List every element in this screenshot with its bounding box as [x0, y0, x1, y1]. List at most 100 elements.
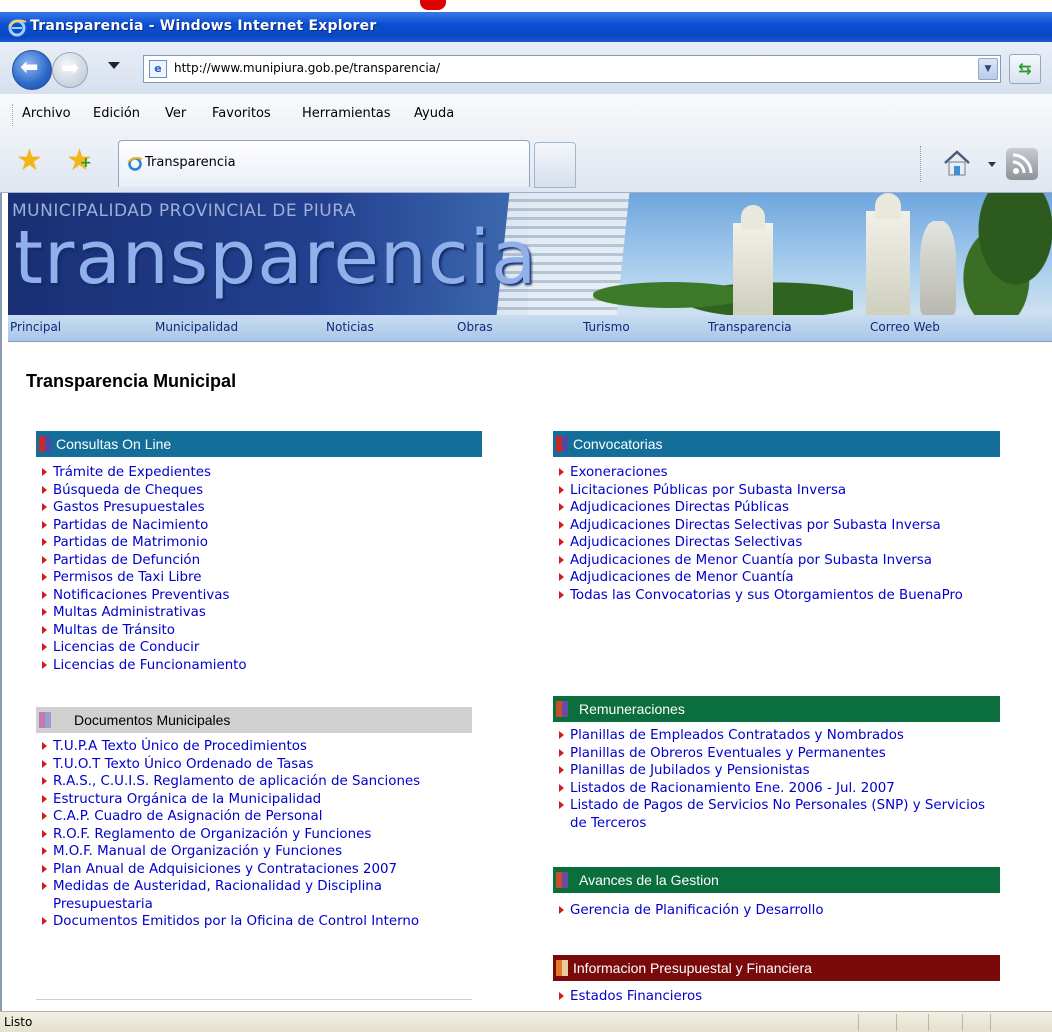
list-item[interactable]: Partidas de Matrimonio [38, 534, 478, 552]
link[interactable]: Licencias de Funcionamiento [53, 658, 247, 673]
link[interactable]: T.U.O.T Texto Único Ordenado de Tasas [53, 757, 313, 772]
menu-ver[interactable]: Ver [165, 106, 186, 121]
back-button[interactable]: ⬅ [12, 50, 52, 90]
list-item[interactable]: Exoneraciones [555, 464, 975, 482]
link[interactable]: Exoneraciones [570, 465, 668, 480]
home-dropdown-icon[interactable] [988, 162, 996, 167]
list-item[interactable]: M.O.F. Manual de Organización y Funcione… [38, 843, 478, 861]
list-item[interactable]: Adjudicaciones Directas Públicas [555, 499, 975, 517]
link[interactable]: Estados Financieros [570, 989, 702, 1004]
menu-favoritos[interactable]: Favoritos [212, 106, 271, 121]
link[interactable]: Gastos Presupuestales [53, 500, 205, 515]
nav-turismo[interactable]: Turismo [583, 320, 630, 334]
tab-transparencia[interactable]: Transparencia [118, 140, 530, 187]
link[interactable]: Adjudicaciones de Menor Cuantía por Suba… [570, 553, 932, 568]
list-item[interactable]: Licencias de Conducir [38, 639, 478, 657]
menu-herramientas[interactable]: Herramientas [302, 106, 391, 121]
link[interactable]: Planillas de Obreros Eventuales y Perman… [570, 746, 886, 761]
list-item[interactable]: Licencias de Funcionamiento [38, 657, 478, 675]
link[interactable]: Partidas de Nacimiento [53, 518, 208, 533]
link[interactable]: Multas Administrativas [53, 605, 206, 620]
address-dropdown-icon[interactable]: ▼ [978, 58, 998, 80]
list-item[interactable]: Planillas de Jubilados y Pensionistas [555, 762, 995, 780]
link[interactable]: Planillas de Empleados Contratados y Nom… [570, 728, 904, 743]
list-item[interactable]: Multas de Tránsito [38, 622, 478, 640]
nav-transparencia[interactable]: Transparencia [708, 320, 792, 334]
refresh-go-button[interactable]: ⇆ [1009, 54, 1041, 84]
list-item[interactable]: Estructura Orgánica de la Municipalidad [38, 791, 478, 809]
link[interactable]: Permisos de Taxi Libre [53, 570, 201, 585]
link[interactable]: C.A.P. Cuadro de Asignación de Personal [53, 809, 322, 824]
list-item[interactable]: Gerencia de Planificación y Desarrollo [555, 902, 995, 920]
list-item[interactable]: Adjudicaciones de Menor Cuantía [555, 569, 975, 587]
list-item[interactable]: Medidas de Austeridad, Racionalidad y Di… [38, 878, 478, 913]
link[interactable]: T.U.P.A Texto Único de Procedimientos [53, 739, 307, 754]
list-item[interactable]: Adjudicaciones Directas Selectivas por S… [555, 517, 975, 535]
page-viewport[interactable]: MUNICIPALIDAD PROVINCIAL DE PIURA transp… [0, 193, 1052, 1011]
link[interactable]: Multas de Tránsito [53, 623, 175, 638]
list-item[interactable]: Búsqueda de Cheques [38, 482, 478, 500]
list-item[interactable]: R.O.F. Reglamento de Organización y Func… [38, 826, 478, 844]
list-item[interactable]: Gastos Presupuestales [38, 499, 478, 517]
list-item[interactable]: Permisos de Taxi Libre [38, 569, 478, 587]
menu-ayuda[interactable]: Ayuda [414, 106, 454, 121]
link[interactable]: R.O.F. Reglamento de Organización y Func… [53, 827, 371, 842]
nav-principal[interactable]: Principal [10, 320, 61, 334]
link[interactable]: Todas las Convocatorias y sus Otorgamien… [570, 588, 963, 603]
link[interactable]: Listados de Racionamiento Ene. 2006 - Ju… [570, 781, 895, 796]
title-bar[interactable]: Transparencia - Windows Internet Explore… [0, 12, 1052, 42]
link[interactable]: Adjudicaciones de Menor Cuantía [570, 570, 794, 585]
nav-noticias[interactable]: Noticias [326, 320, 374, 334]
link[interactable]: Estructura Orgánica de la Municipalidad [53, 792, 321, 807]
nav-obras[interactable]: Obras [457, 320, 493, 334]
add-favorites-icon[interactable]: ★ + [66, 146, 93, 176]
link[interactable]: Partidas de Matrimonio [53, 535, 208, 550]
nav-municipalidad[interactable]: Municipalidad [155, 320, 238, 334]
list-item[interactable]: Adjudicaciones Directas Selectivas [555, 534, 975, 552]
list-item[interactable]: Listados de Racionamiento Ene. 2006 - Ju… [555, 780, 995, 798]
link[interactable]: Planillas de Jubilados y Pensionistas [570, 763, 810, 778]
list-item[interactable]: Partidas de Nacimiento [38, 517, 478, 535]
nav-correo-web[interactable]: Correo Web [870, 320, 940, 334]
link[interactable]: Adjudicaciones Directas Públicas [570, 500, 789, 515]
list-item[interactable]: C.A.P. Cuadro de Asignación de Personal [38, 808, 478, 826]
link[interactable]: Licencias de Conducir [53, 640, 199, 655]
link[interactable]: Notificaciones Preventivas [53, 588, 229, 603]
link[interactable]: Trámite de Expedientes [53, 465, 211, 480]
list-item[interactable]: Trámite de Expedientes [38, 464, 478, 482]
link[interactable]: Adjudicaciones Directas Selectivas [570, 535, 802, 550]
list-item[interactable]: Listado de Pagos de Servicios No Persona… [555, 797, 995, 832]
toolbar-grip[interactable] [12, 104, 13, 126]
list-item[interactable]: Licitaciones Públicas por Subasta Invers… [555, 482, 975, 500]
list-item[interactable]: Multas Administrativas [38, 604, 478, 622]
link[interactable]: Búsqueda de Cheques [53, 483, 203, 498]
list-item[interactable]: R.A.S., C.U.I.S. Reglamento de aplicació… [38, 773, 478, 791]
address-bar[interactable]: e http://www.munipiura.gob.pe/transparen… [143, 55, 1001, 83]
home-icon[interactable] [942, 148, 972, 178]
list-item[interactable]: Partidas de Defunción [38, 552, 478, 570]
link[interactable]: Gerencia de Planificación y Desarrollo [570, 903, 824, 918]
recent-pages-dropdown-icon[interactable] [108, 62, 120, 69]
new-tab-button[interactable] [534, 142, 576, 188]
list-item[interactable]: Documentos Emitidos por la Oficina de Co… [38, 913, 478, 931]
list-item[interactable]: T.U.O.T Texto Único Ordenado de Tasas [38, 756, 478, 774]
link[interactable]: R.A.S., C.U.I.S. Reglamento de aplicació… [53, 774, 420, 789]
list-item[interactable]: T.U.P.A Texto Único de Procedimientos [38, 738, 478, 756]
favorites-center-icon[interactable]: ★ [16, 146, 43, 176]
forward-button[interactable]: ➡ [52, 52, 88, 88]
list-item[interactable]: Estados Financieros [555, 988, 995, 1006]
list-item[interactable]: Todas las Convocatorias y sus Otorgamien… [555, 587, 975, 605]
link[interactable]: Medidas de Austeridad, Racionalidad y Di… [53, 879, 382, 912]
link[interactable]: Plan Anual de Adquisiciones y Contrataci… [53, 862, 397, 877]
link[interactable]: Listado de Pagos de Servicios No Persona… [570, 798, 985, 831]
menu-archivo[interactable]: Archivo [22, 106, 71, 121]
link[interactable]: Adjudicaciones Directas Selectivas por S… [570, 518, 941, 533]
link[interactable]: Partidas de Defunción [53, 553, 200, 568]
link[interactable]: Documentos Emitidos por la Oficina de Co… [53, 914, 419, 929]
link[interactable]: M.O.F. Manual de Organización y Funcione… [53, 844, 342, 859]
list-item[interactable]: Adjudicaciones de Menor Cuantía por Suba… [555, 552, 975, 570]
link[interactable]: Licitaciones Públicas por Subasta Invers… [570, 483, 846, 498]
list-item[interactable]: Planillas de Obreros Eventuales y Perman… [555, 745, 995, 763]
list-item[interactable]: Plan Anual de Adquisiciones y Contrataci… [38, 861, 478, 879]
list-item[interactable]: Planillas de Empleados Contratados y Nom… [555, 727, 995, 745]
